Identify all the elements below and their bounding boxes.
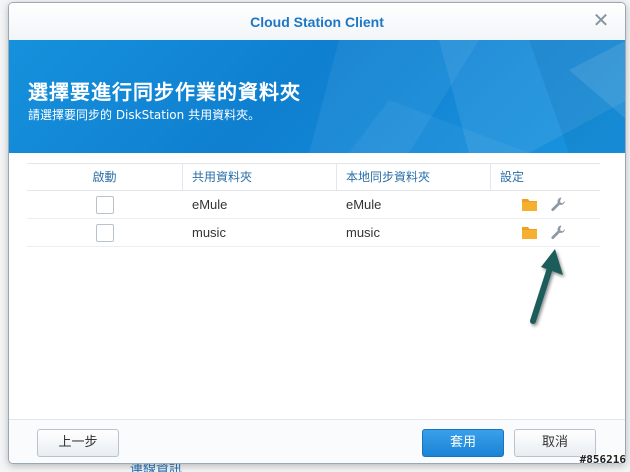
shared-folder-cell: eMule bbox=[192, 196, 228, 212]
local-folder-cell: eMule bbox=[346, 196, 382, 212]
annotation-arrow-icon bbox=[530, 249, 563, 324]
header-settings[interactable]: 設定 bbox=[491, 163, 600, 191]
apply-button[interactable]: 套用 bbox=[422, 429, 504, 457]
folder-table: 啟動 共用資料夾 本地同步資料夾 設定 eMule eMule music mu… bbox=[27, 163, 600, 247]
wrench-icon[interactable] bbox=[550, 224, 567, 241]
wrench-icon[interactable] bbox=[550, 196, 567, 213]
banner-title: 選擇要進行同步作業的資料夾 bbox=[28, 80, 301, 104]
close-icon[interactable]: ✕ bbox=[591, 11, 611, 31]
cloud-station-dialog: Cloud Station Client ✕ 選擇要進行同步作業的資料夾 請選擇… bbox=[8, 2, 626, 464]
shared-folder-cell: music bbox=[192, 224, 226, 240]
enable-checkbox[interactable] bbox=[96, 195, 114, 214]
enable-cell bbox=[27, 219, 183, 247]
window-title: Cloud Station Client bbox=[250, 14, 384, 30]
dialog-footer: 上一步 套用 取消 bbox=[9, 419, 625, 463]
header-local-folder[interactable]: 本地同步資料夾 bbox=[337, 163, 491, 191]
local-folder-cell: music bbox=[346, 224, 380, 240]
header-shared-folder[interactable]: 共用資料夾 bbox=[183, 163, 337, 191]
watermark: #856216 bbox=[579, 453, 626, 466]
table-row[interactable]: music music bbox=[27, 219, 600, 247]
banner-subtitle: 請選擇要同步的 DiskStation 共用資料夾。 bbox=[28, 108, 261, 122]
header-enable[interactable]: 啟動 bbox=[27, 163, 183, 191]
header-banner: 選擇要進行同步作業的資料夾 請選擇要同步的 DiskStation 共用資料夾。 bbox=[9, 40, 625, 153]
enable-cell bbox=[27, 191, 183, 219]
folder-icon[interactable] bbox=[521, 196, 538, 213]
table-header: 啟動 共用資料夾 本地同步資料夾 設定 bbox=[27, 163, 600, 191]
folder-icon[interactable] bbox=[521, 224, 538, 241]
settings-cell bbox=[491, 191, 600, 219]
back-button[interactable]: 上一步 bbox=[37, 429, 119, 457]
enable-checkbox[interactable] bbox=[96, 223, 114, 242]
table-row[interactable]: eMule eMule bbox=[27, 191, 600, 219]
title-bar: Cloud Station Client ✕ bbox=[9, 3, 625, 40]
